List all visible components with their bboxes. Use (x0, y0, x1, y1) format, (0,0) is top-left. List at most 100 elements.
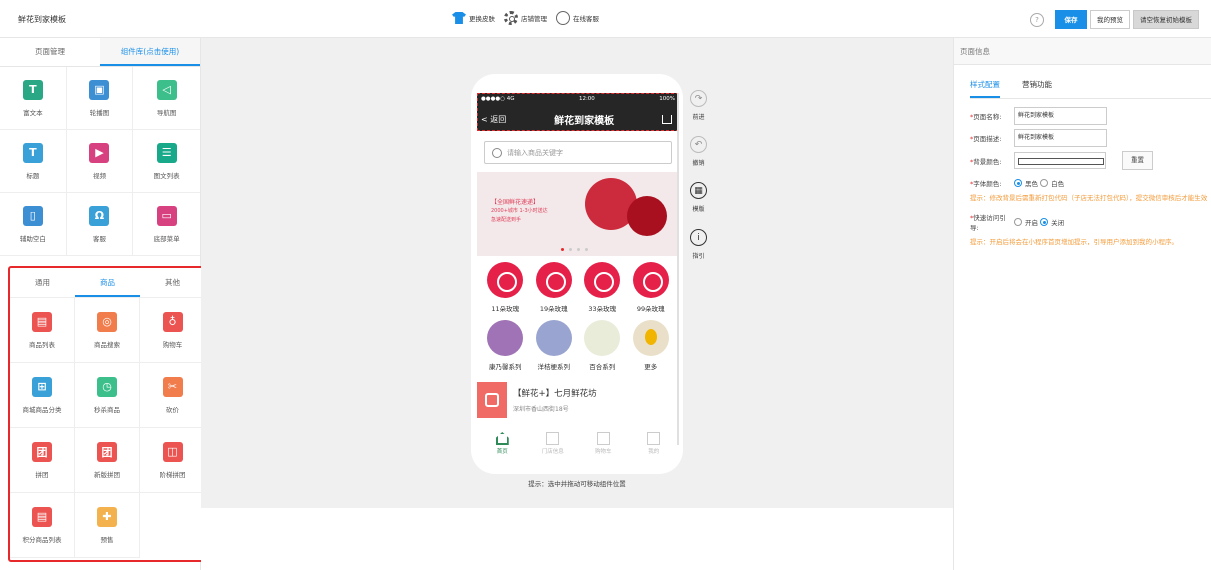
component-label: 轮播图 (89, 108, 110, 117)
share-icon[interactable] (662, 115, 672, 124)
search-icon (492, 147, 502, 158)
component-category[interactable]: ⊞ 商城商品分类 (10, 363, 75, 428)
component-clock[interactable]: ◷ 秒杀商品 (75, 363, 140, 428)
save-button[interactable]: 保存 (1055, 10, 1087, 29)
right-panel: 页面信息 样式配置 营销功能 页面名称:鲜花到家模板 页面描述:鲜花到家模板 背… (953, 38, 1211, 570)
component-title[interactable]: T 标题 (0, 130, 67, 193)
category-item[interactable]: 99朵玫瑰 (627, 262, 676, 320)
change-skin-button[interactable]: 更换皮肤 (452, 12, 495, 24)
info-icon: i (690, 229, 707, 246)
component-grid: T 富文本 ▣ 轮播图 ◁ 导航图 T 标题 ▶ 视频 ☰ 图文列表 ▯ 辅助空白 Ω 客服 ▭ 底部菜单 (0, 67, 200, 256)
category-nav: 11朵玫瑰 19朵玫瑰 33朵玫瑰 99朵玫瑰康乃馨系列 洋桔梗系列 百合系列 更多 (477, 256, 679, 378)
bg-color-picker[interactable] (1014, 152, 1106, 169)
skin-label: 更换皮肤 (469, 15, 495, 23)
sub-tab-1[interactable]: 商品 (75, 268, 140, 297)
chat-icon (556, 11, 570, 25)
component-points[interactable]: ▤ 积分商品列表 (10, 493, 75, 558)
tab-item-2[interactable]: 购物车 (578, 427, 629, 459)
undo-label: 撤销 (692, 160, 705, 167)
goods-search-icon: ◎ (97, 311, 117, 332)
drag-hint: 提示：选中并拖动可移动组件位置 (528, 480, 626, 488)
clock: 12:00 (578, 96, 595, 102)
font-white-radio[interactable] (1040, 179, 1049, 187)
component-headset[interactable]: Ω 客服 (66, 193, 134, 256)
component-goods-search[interactable]: ◎ 商品搜索 (75, 298, 140, 363)
component-group[interactable]: 团拼团 (10, 428, 75, 493)
category-item[interactable]: 洋桔梗系列 (530, 320, 579, 378)
tab-component-library[interactable]: 组件库(点击使用) (100, 38, 200, 66)
goods-search-bar[interactable]: 请输入商品关键字 (484, 141, 672, 164)
component-goods-list[interactable]: ▤ 商品列表 (10, 298, 75, 363)
online-service-button[interactable]: 在线客服 (556, 11, 599, 25)
category-item[interactable]: 11朵玫瑰 (481, 262, 530, 320)
font-black-label: 黑色 (1025, 180, 1038, 188)
font-color-label: 字体颜色: (970, 178, 1014, 188)
category-item[interactable]: 百合系列 (578, 320, 627, 378)
category-icon: ⊞ (32, 376, 52, 397)
bottom-tab-bar: 首页 门店信息 购物车 我的 (477, 427, 679, 459)
component-label: 秒杀商品 (94, 405, 120, 414)
component-rich-text[interactable]: T 富文本 (0, 67, 67, 130)
component-new-group[interactable]: 团新版拼团 (75, 428, 140, 493)
page-name-input[interactable]: 鲜花到家模板 (1014, 107, 1107, 125)
component-step-group[interactable]: ◫ 阶梯拼团 (140, 428, 205, 493)
font-black-radio[interactable] (1014, 179, 1022, 187)
phone-header[interactable]: ●●●●○ 4G 12:00 100% < 返回 鲜花到家模板 (477, 93, 679, 131)
list-icon: ☰ (156, 142, 177, 163)
template-icon: ▦ (690, 182, 707, 199)
category-label: 百合系列 (589, 363, 616, 371)
component-carousel[interactable]: ▣ 轮播图 (66, 67, 134, 130)
nav-icon: ◁ (156, 79, 177, 100)
clock-icon: ◷ (97, 376, 117, 397)
title-icon: T (22, 142, 43, 163)
component-bargain[interactable]: ✂ 砍价 (140, 363, 205, 428)
component-cart[interactable]: ♁ 购物车 (140, 298, 205, 363)
component-nav[interactable]: ◁ 导航图 (133, 67, 200, 130)
sub-tab-0[interactable]: 通用 (10, 268, 75, 297)
quick-off-radio[interactable] (1040, 218, 1049, 226)
component-label: 积分商品列表 (22, 535, 62, 544)
phone-scrollbar[interactable] (677, 93, 679, 445)
component-video[interactable]: ▶ 视频 (66, 130, 134, 193)
carousel-dots[interactable] (561, 248, 588, 251)
tab-style-config[interactable]: 样式配置 (970, 79, 1000, 98)
component-presale[interactable]: ✚ 预售 (75, 493, 140, 558)
forward-button[interactable]: ↷ 前进 (690, 90, 707, 121)
component-menu[interactable]: ▭ 底部菜单 (133, 193, 200, 256)
sub-tab-2[interactable]: 其他 (140, 268, 205, 297)
bg-reset-button[interactable]: 重置 (1122, 151, 1153, 170)
tab-label: 我的 (648, 449, 660, 455)
template-button[interactable]: ▦ 模版 (690, 182, 707, 213)
phone-icon[interactable] (477, 382, 507, 418)
component-label: 底部菜单 (153, 234, 180, 243)
component-label: 视频 (92, 171, 106, 180)
tab-page-manage[interactable]: 页面管理 (0, 38, 100, 66)
tab-item-0[interactable]: 首页 (477, 427, 528, 459)
quick-on-radio[interactable] (1014, 218, 1022, 226)
tab-item-3[interactable]: 我的 (629, 427, 680, 459)
store-manage-button[interactable]: 店铺管理 (504, 11, 547, 25)
banner-carousel[interactable]: 【全国鲜花速递】 2000+城市 1-3小时送达 急速配送到手 (477, 172, 679, 256)
category-item[interactable]: 康乃馨系列 (481, 320, 530, 378)
tab-item-1[interactable]: 门店信息 (528, 427, 579, 459)
help-icon[interactable]: ? (1030, 12, 1044, 27)
quick-on-label: 开启 (1025, 219, 1038, 227)
category-item[interactable]: 19朵玫瑰 (530, 262, 579, 320)
tab-icon (546, 432, 560, 445)
undo-button[interactable]: ↶ 撤销 (690, 136, 707, 167)
category-item[interactable]: 33朵玫瑰 (578, 262, 627, 320)
store-info[interactable]: 【鲜花+】七月鲜花坊 深圳市香山西街18号 (477, 382, 679, 418)
preview-button[interactable]: 我的预览 (1090, 10, 1130, 29)
reset-template-button[interactable]: 请空恢复初始模板 (1133, 10, 1199, 29)
component-list[interactable]: ☰ 图文列表 (133, 130, 200, 193)
back-button[interactable]: < 返回 (481, 114, 506, 125)
search-placeholder: 请输入商品关键字 (507, 148, 563, 157)
phone-screen: ●●●●○ 4G 12:00 100% < 返回 鲜花到家模板 请输入商品关键字 【… (477, 93, 679, 459)
category-item[interactable]: 更多 (627, 320, 676, 378)
tab-marketing[interactable]: 营销功能 (1022, 79, 1052, 98)
guide-button[interactable]: i 指引 (690, 229, 707, 260)
component-label: 商城商品分类 (22, 405, 62, 414)
page-desc-input[interactable]: 鲜花到家模板 (1014, 129, 1107, 147)
banner-title: 【全国鲜花速递】 (491, 199, 540, 206)
component-blank[interactable]: ▯ 辅助空白 (0, 193, 67, 256)
